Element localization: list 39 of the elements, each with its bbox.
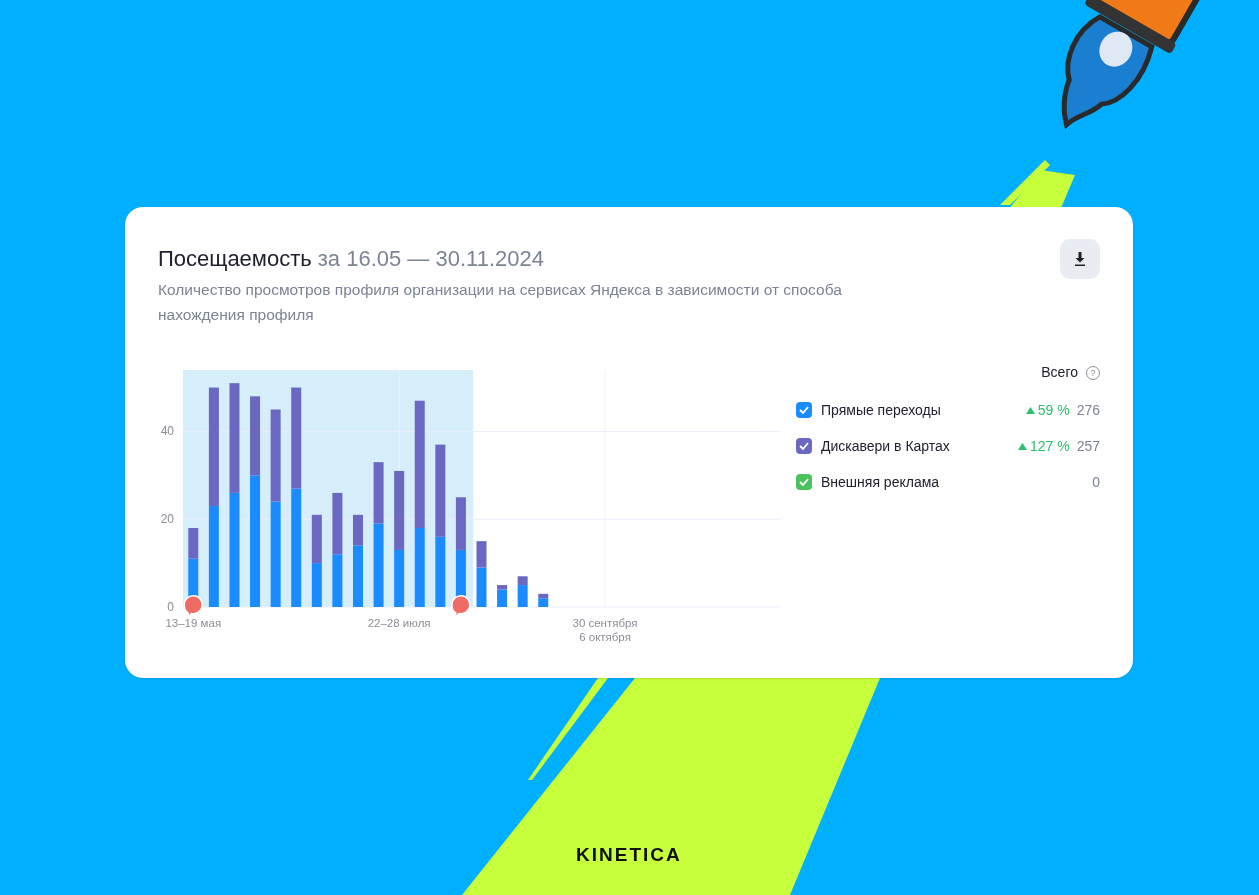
series-checkbox[interactable] [796,474,812,490]
bar [373,462,384,524]
check-icon [799,406,809,414]
download-button[interactable] [1060,239,1100,279]
y-axis-label: 40 [160,424,174,439]
series-label: Дискавери в Картах [821,436,950,456]
series-checkbox[interactable] [796,438,812,454]
change-percent: 59 % [1037,400,1070,420]
period-text: за 16.05 — 30.11.2024 [317,245,544,273]
series-label: Внешняя реклама [821,472,940,492]
y-axis-label: 0 [167,600,174,614]
x-axis-label: 30 сентября 6 октября [572,617,638,643]
series-total: 276 [1076,400,1100,420]
bar [435,536,446,607]
trend-up-icon [1017,442,1027,450]
check-icon [799,442,809,450]
y-axis-label: 20 [160,512,174,527]
download-icon [1073,251,1087,267]
event-marker-icon [183,595,204,619]
x-axis-label: 22–28 июля [367,617,431,629]
card-description: Количество просмотров профиля организации на сервисах Яндекса в зависимости от способа нахождения профиля [158,280,843,325]
change-percent: 127 % [1029,436,1070,456]
brand-logo: KINETICA [576,843,682,867]
bar [332,554,343,607]
bar [455,497,466,550]
series-total: 0 [1092,472,1100,492]
event-marker-icon [451,595,471,619]
card-title: Посещаемость [158,245,312,273]
series-label: Прямые переходы [821,400,941,420]
bar [311,563,322,607]
check-icon [799,478,809,486]
series-total: 257 [1076,436,1100,456]
bar [332,492,343,555]
bar [394,549,405,607]
bar [311,514,322,564]
trend-up-icon [1025,406,1035,414]
total-heading: Всего [1041,363,1078,382]
x-axis-label: 13–19 мая [165,617,222,629]
series-checkbox[interactable] [796,402,812,418]
